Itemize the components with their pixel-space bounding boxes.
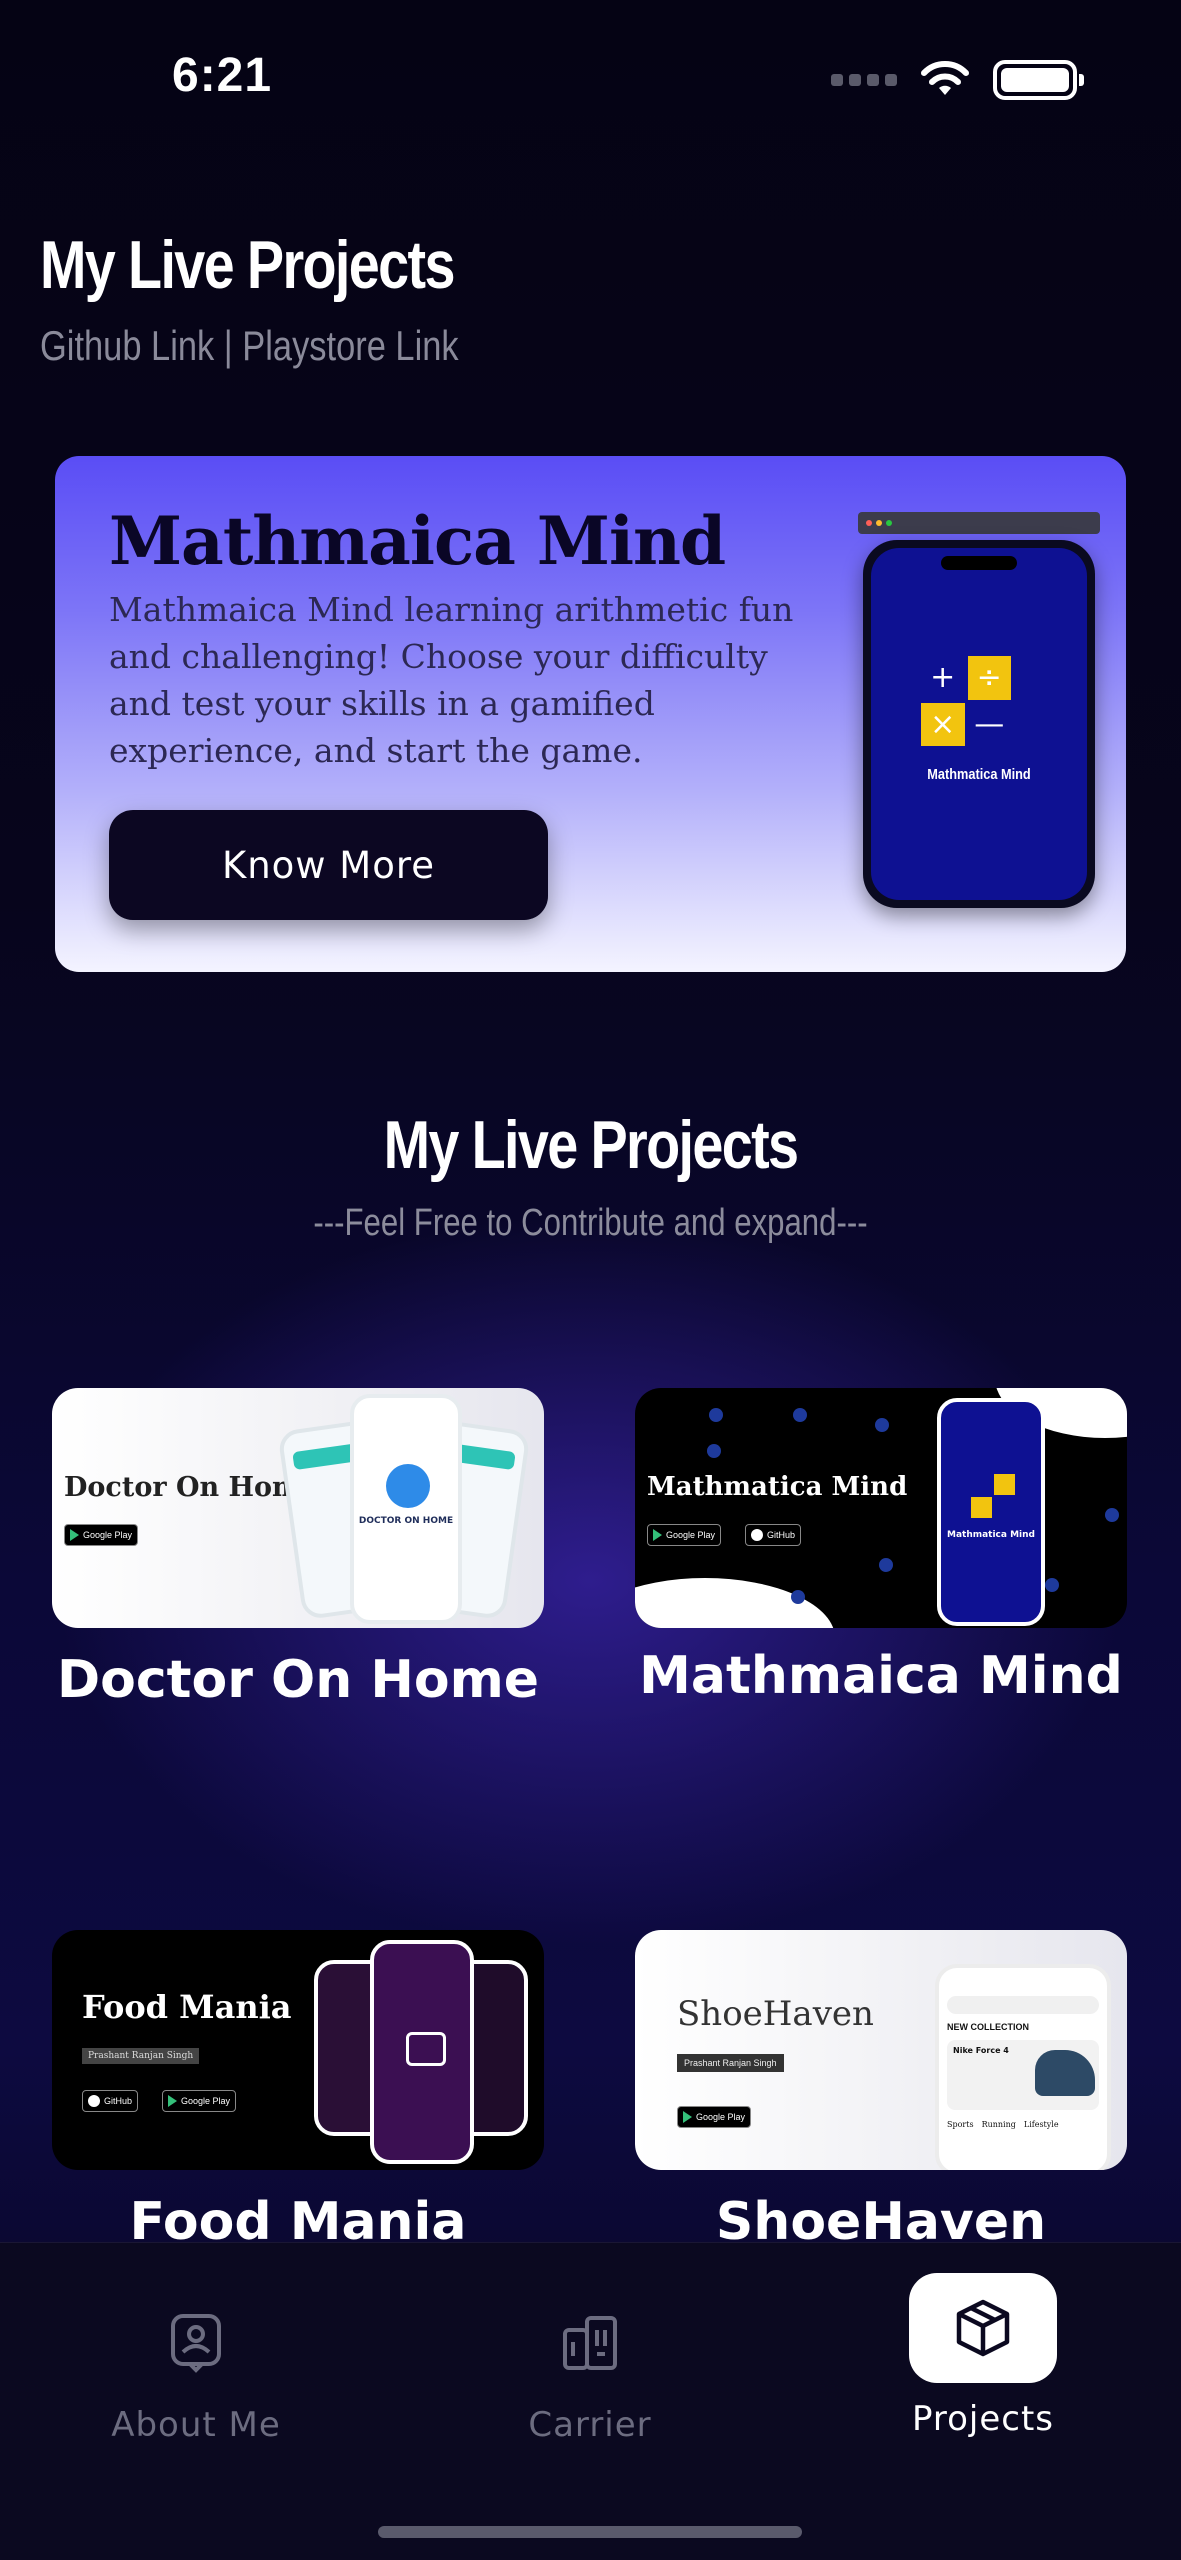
google-play-badge: Google Play <box>647 1524 722 1546</box>
tab-label: About Me <box>111 2405 281 2445</box>
tab-carrier[interactable]: Carrier <box>460 2243 720 2473</box>
cellular-icon <box>831 74 897 86</box>
section-subtitle: ---Feel Free to Contribute and expand--- <box>313 1202 868 1244</box>
google-play-badge: Google Play <box>677 2106 752 2128</box>
thumb-title: Food Mania <box>82 1988 292 2026</box>
project-thumbnail[interactable]: Mathmatica Mind Google Play GitHub Mathm… <box>635 1388 1127 1628</box>
google-play-badge: Google Play <box>64 1524 139 1546</box>
know-more-button[interactable]: Know More <box>109 810 548 920</box>
featured-phone-mockup: + ÷ × — Mathmatica Mind <box>863 540 1095 908</box>
bottom-tab-bar: About Me Carrier Projects <box>0 2242 1181 2560</box>
phone-mockup-center: DOCTOR ON HOME <box>350 1394 462 1624</box>
building-icon <box>535 2293 645 2393</box>
featured-project-card: Mathmaica Mind Mathmaica Mind learning a… <box>55 456 1126 972</box>
github-badge: GitHub <box>745 1524 802 1546</box>
tab-projects[interactable]: Projects <box>853 2243 1113 2473</box>
project-card-doctor-on-home[interactable]: Doctor On Home Google Play DOCTOR ON HOM… <box>52 1388 544 1710</box>
home-indicator[interactable] <box>378 2526 802 2538</box>
thumb-title: Mathmatica Mind <box>647 1472 908 1502</box>
tab-about-me[interactable]: About Me <box>66 2243 326 2473</box>
wifi-icon <box>921 61 969 95</box>
project-card-food-mania[interactable]: Food Mania Prashant Ranjan Singh GitHub … <box>52 1930 544 2252</box>
calculator-logo-icon: + ÷ × — <box>921 656 1011 746</box>
project-card-shoehaven[interactable]: ShoeHaven Prashant Ranjan Singh Google P… <box>635 1930 1127 2252</box>
phone-mockup-center <box>370 1940 474 2164</box>
project-thumbnail[interactable]: ShoeHaven Prashant Ranjan Singh Google P… <box>635 1930 1127 2170</box>
page-title: My Live Projects <box>40 227 455 303</box>
thumb-title: ShoeHaven <box>677 1994 874 2034</box>
project-card-mathmaica-mind[interactable]: Mathmatica Mind Google Play GitHub Mathm… <box>635 1388 1127 1706</box>
thumb-author: Prashant Ranjan Singh <box>82 2048 200 2064</box>
phone-mockup: NEW COLLECTION Nike Force 4 Sports Runni… <box>935 1964 1111 2170</box>
search-field <box>947 1996 1099 2014</box>
project-name[interactable]: Doctor On Home <box>52 1650 544 1710</box>
package-box-icon <box>909 2273 1057 2383</box>
tab-label: Projects <box>911 2399 1055 2439</box>
food-logo-icon <box>406 2032 446 2066</box>
doctor-avatar-icon <box>386 1464 430 1508</box>
github-badge: GitHub <box>82 2090 139 2112</box>
featured-title: Mathmaica Mind <box>109 502 726 580</box>
simulator-bar <box>858 512 1100 534</box>
status-indicators <box>831 60 1084 100</box>
shoe-image <box>1035 2050 1095 2096</box>
section-title: My Live Projects <box>383 1107 799 1183</box>
calculator-logo-icon <box>971 1474 1015 1518</box>
google-play-badge: Google Play <box>162 2090 237 2112</box>
project-thumbnail[interactable]: Doctor On Home Google Play DOCTOR ON HOM… <box>52 1388 544 1628</box>
page-subtitle[interactable]: Github Link | Playstore Link <box>40 322 459 370</box>
project-name[interactable]: Mathmaica Mind <box>635 1646 1127 1706</box>
battery-icon <box>993 60 1084 100</box>
status-time: 6:21 <box>172 49 273 102</box>
project-thumbnail[interactable]: Food Mania Prashant Ranjan Singh GitHub … <box>52 1930 544 2170</box>
thumb-title: Doctor On Home <box>64 1472 318 1503</box>
thumb-author: Prashant Ranjan Singh <box>677 2054 784 2072</box>
tab-label: Carrier <box>528 2405 652 2445</box>
phone-screen-label: Mathmatica Mind <box>927 766 1031 783</box>
person-badge-icon <box>141 2293 251 2393</box>
phone-mockup: Mathmatica Mind <box>937 1398 1045 1626</box>
featured-description: Mathmaica Mind learning arithmetic fun a… <box>109 590 794 770</box>
